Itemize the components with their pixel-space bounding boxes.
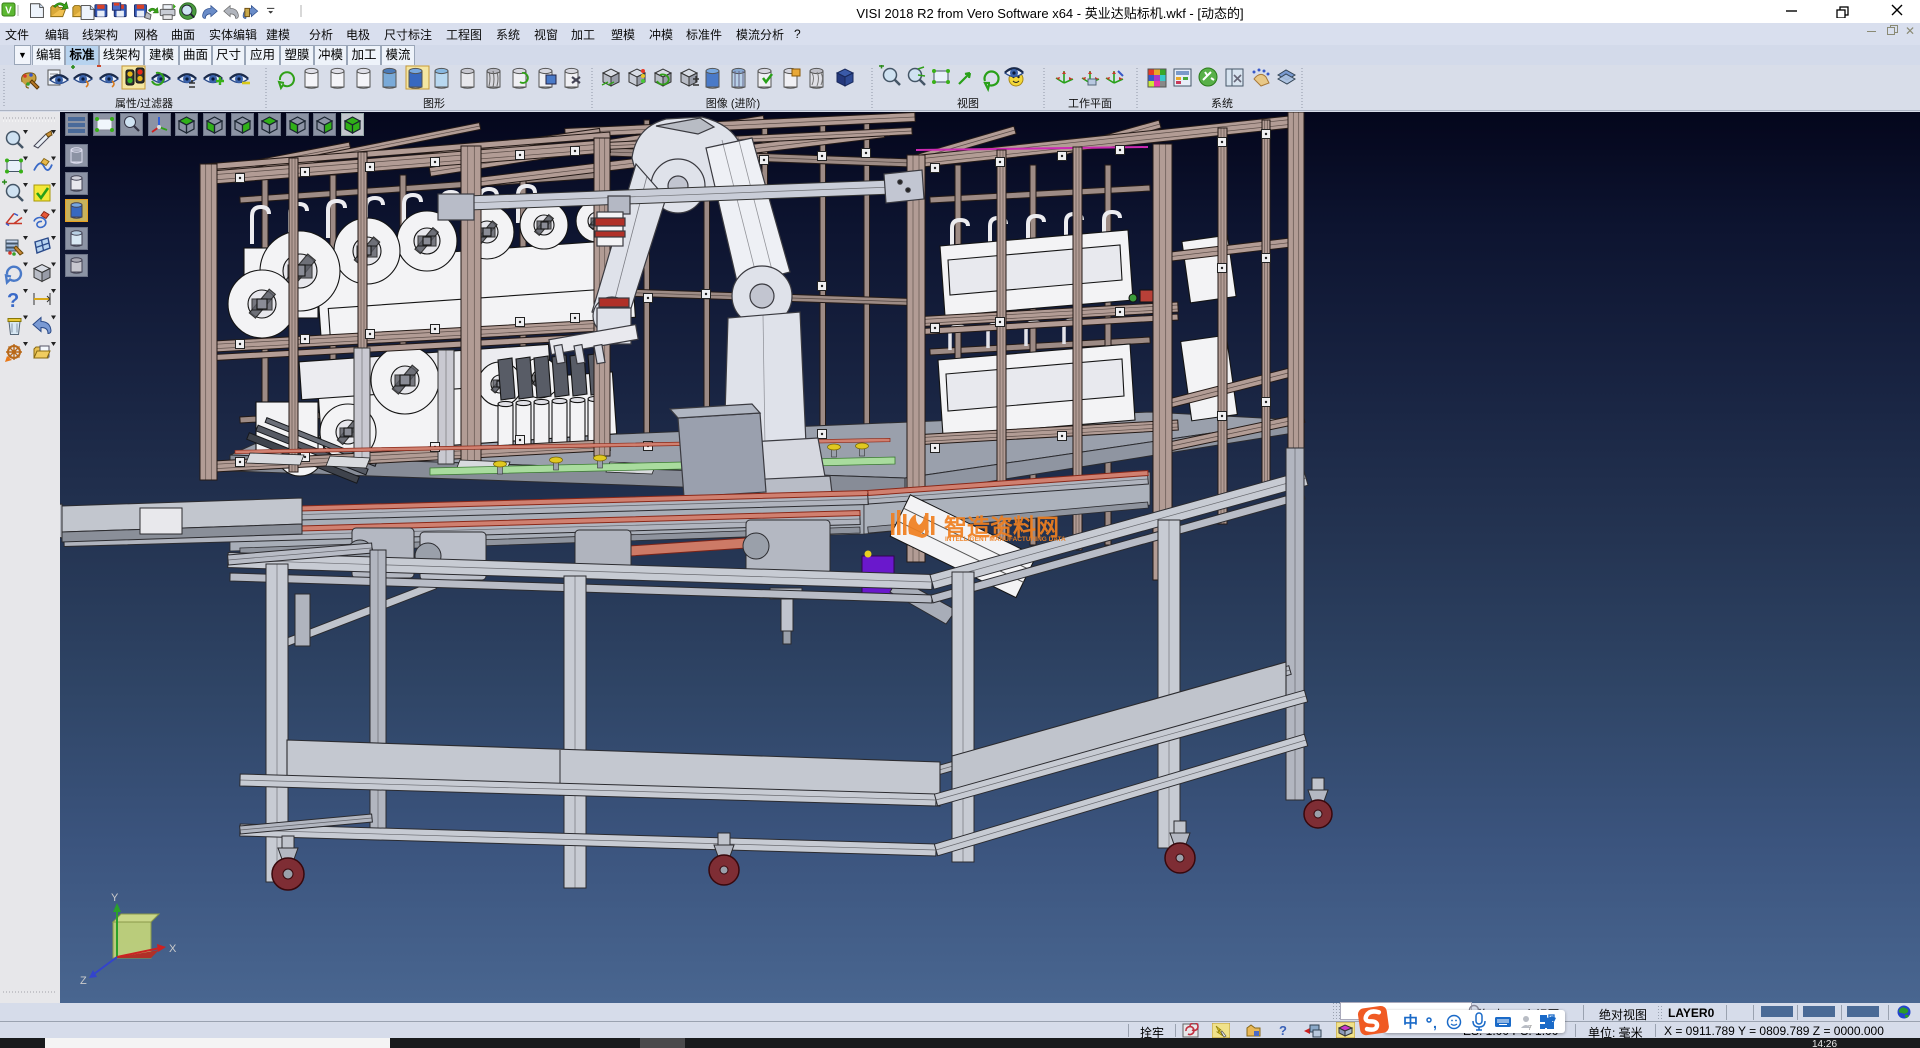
svg-text:工作平面: 工作平面: [1068, 97, 1112, 110]
svg-text:V: V: [5, 6, 12, 17]
svg-text:图形: 图形: [423, 97, 445, 110]
svg-text:图像 (进阶): 图像 (进阶): [706, 96, 760, 110]
svg-text:Y: Y: [111, 892, 119, 904]
svg-text:,: ,: [1433, 1015, 1437, 1031]
svg-text:Z: Z: [80, 975, 87, 987]
svg-text:系统: 系统: [1211, 97, 1233, 110]
svg-text:?: ?: [7, 290, 19, 312]
svg-text:视图: 视图: [957, 96, 979, 110]
svg-text:7: 7: [1528, 1025, 1532, 1032]
svg-text:中: 中: [1403, 1013, 1418, 1031]
svg-text:X: X: [169, 943, 177, 955]
svg-text:属性/过滤器: 属性/过滤器: [115, 96, 173, 110]
